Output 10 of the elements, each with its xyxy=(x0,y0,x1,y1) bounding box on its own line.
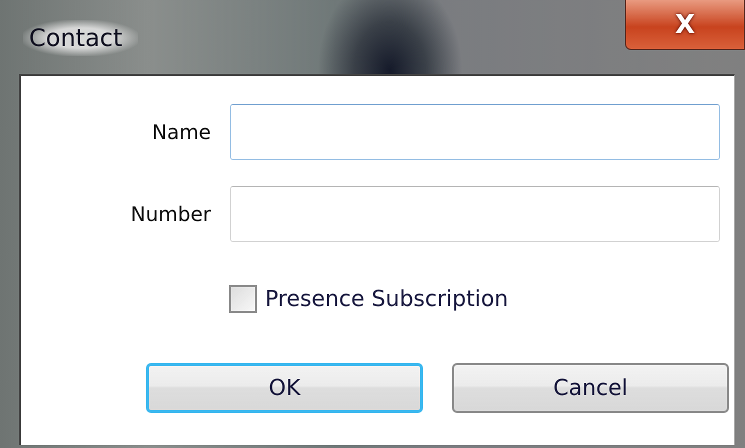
field-label: Name xyxy=(150,120,211,144)
checkbox-label: Presence Subscription xyxy=(265,286,508,312)
checkbox[interactable] xyxy=(229,285,257,313)
ok-button[interactable]: OK xyxy=(146,363,423,413)
text-field[interactable] xyxy=(230,104,720,160)
field-label: Number xyxy=(130,202,211,226)
window-title: Contact xyxy=(23,20,138,56)
text-field[interactable] xyxy=(230,186,720,242)
close-button[interactable]: X xyxy=(625,0,745,50)
cancel-button[interactable]: Cancel xyxy=(452,363,729,413)
